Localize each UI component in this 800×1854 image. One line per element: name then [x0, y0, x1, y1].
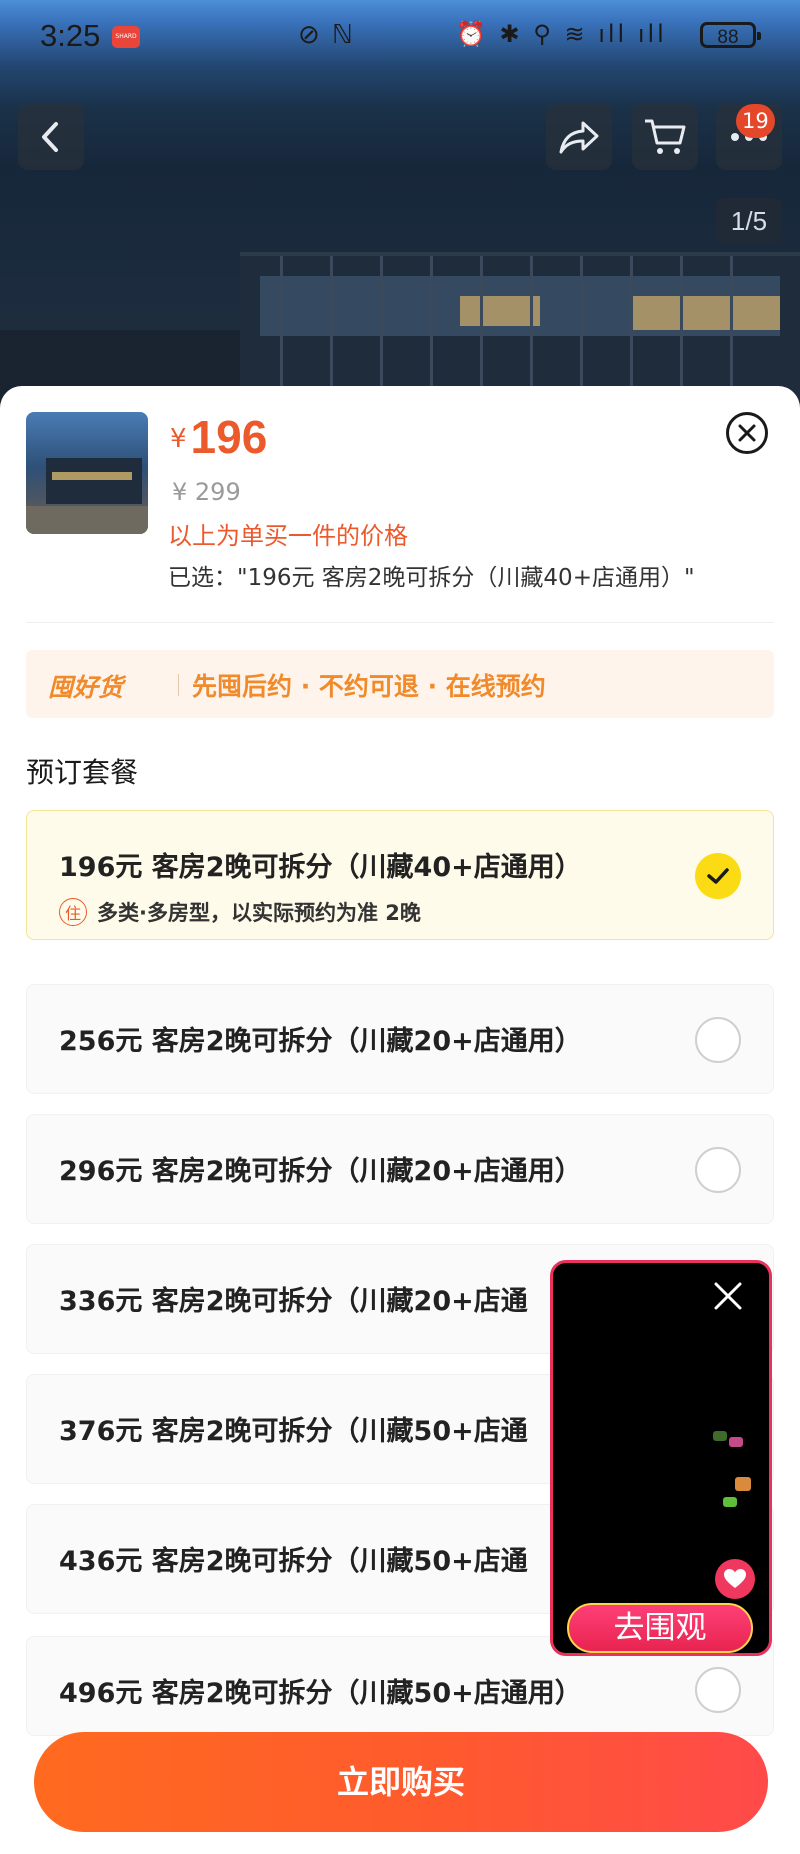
package-label: 436元 客房2晚可拆分（川藏50+店通	[59, 1546, 528, 1577]
currency-symbol: ¥	[170, 424, 187, 454]
package-detail: 住 多类·多房型，以实际预约为准 2晚	[59, 897, 421, 927]
battery-indicator: 88	[700, 22, 761, 48]
close-icon	[738, 424, 756, 442]
promo-separator	[178, 674, 179, 696]
thumb-road	[26, 506, 148, 534]
current-price: ¥196	[170, 410, 267, 464]
original-price: ¥ 299	[172, 478, 241, 506]
promo-text: 先囤后约 · 不约可退 · 在线预约	[192, 672, 546, 701]
app-notification-icon: SHARD	[112, 26, 140, 48]
image-pager: 1/5	[716, 198, 782, 244]
stay-tag: 住	[59, 898, 87, 926]
floating-live-video[interactable]: 去围观	[550, 1260, 772, 1656]
package-section-title: 预订套餐	[26, 756, 139, 789]
floating-sticker	[723, 1497, 737, 1507]
price-value: 196	[190, 411, 268, 463]
share-icon	[559, 121, 599, 154]
product-thumbnail[interactable]	[26, 412, 148, 534]
close-sheet-button[interactable]	[726, 412, 768, 454]
watch-live-button[interactable]: 去围观	[567, 1603, 753, 1653]
package-label: 296元 客房2晚可拆分（川藏20+店通用）	[59, 1156, 582, 1187]
package-radio[interactable]	[695, 1017, 741, 1063]
checkmark-icon	[707, 868, 729, 884]
floating-sticker	[735, 1477, 751, 1491]
heart-icon	[724, 1569, 746, 1588]
package-label: 496元 客房2晚可拆分（川藏50+店通用）	[59, 1678, 582, 1709]
promo-brand: 囤好货	[48, 673, 124, 702]
promo-banner: 囤好货 先囤后约 · 不约可退 · 在线预约	[26, 650, 774, 718]
back-button[interactable]	[18, 104, 84, 170]
hero-lit-window	[460, 296, 540, 326]
status-right-icons: ⏰ ✱ ⚲ ≋ ıll ıll	[456, 20, 667, 48]
cart-icon	[645, 119, 686, 154]
message-count-badge: 19	[736, 104, 775, 138]
package-radio-selected[interactable]	[695, 853, 741, 899]
package-radio[interactable]	[695, 1147, 741, 1193]
share-button[interactable]	[546, 104, 612, 170]
chevron-left-icon	[42, 122, 58, 152]
package-label: 376元 客房2晚可拆分（川藏50+店通	[59, 1416, 528, 1447]
package-option[interactable]: 196元 客房2晚可拆分（川藏40+店通用） 住 多类·多房型，以实际预约为准 …	[26, 810, 774, 940]
hotel-hero-image[interactable]: 3:25 SHARD ⊘ ℕ ⏰ ✱ ⚲ ≋ ıll ıll 88 19 1/5	[0, 0, 800, 420]
thumb-building	[46, 458, 142, 504]
status-time: 3:25	[40, 18, 101, 53]
package-label: 256元 客房2晚可拆分（川藏20+店通用）	[59, 1026, 582, 1057]
like-button[interactable]	[715, 1559, 755, 1599]
cart-button[interactable]	[632, 104, 698, 170]
buy-now-button[interactable]: 立即购买	[34, 1732, 768, 1832]
thumb-windows	[52, 472, 132, 480]
close-icon	[714, 1282, 742, 1310]
package-option[interactable]: 296元 客房2晚可拆分（川藏20+店通用）	[26, 1114, 774, 1224]
package-detail-text: 多类·多房型，以实际预约为准 2晚	[97, 901, 421, 925]
status-middle-icons: ⊘ ℕ	[298, 20, 355, 50]
package-label: 336元 客房2晚可拆分（川藏20+店通	[59, 1286, 528, 1317]
hero-lit-window	[630, 296, 780, 330]
selected-option-text: 已选："196元 客房2晚可拆分（川藏40+店通用）"	[168, 565, 695, 591]
package-radio[interactable]	[695, 1667, 741, 1713]
status-bar: 3:25 SHARD ⊘ ℕ ⏰ ✱ ⚲ ≋ ıll ıll 88	[0, 0, 800, 76]
floating-sticker	[729, 1437, 743, 1447]
package-option[interactable]: 256元 客房2晚可拆分（川藏20+店通用）	[26, 984, 774, 1094]
package-label: 196元 客房2晚可拆分（川藏40+店通用）	[59, 852, 582, 883]
close-video-button[interactable]	[713, 1281, 743, 1315]
divider	[26, 622, 774, 623]
price-note: 以上为单买一件的价格	[168, 522, 408, 550]
floating-sticker	[713, 1431, 727, 1441]
